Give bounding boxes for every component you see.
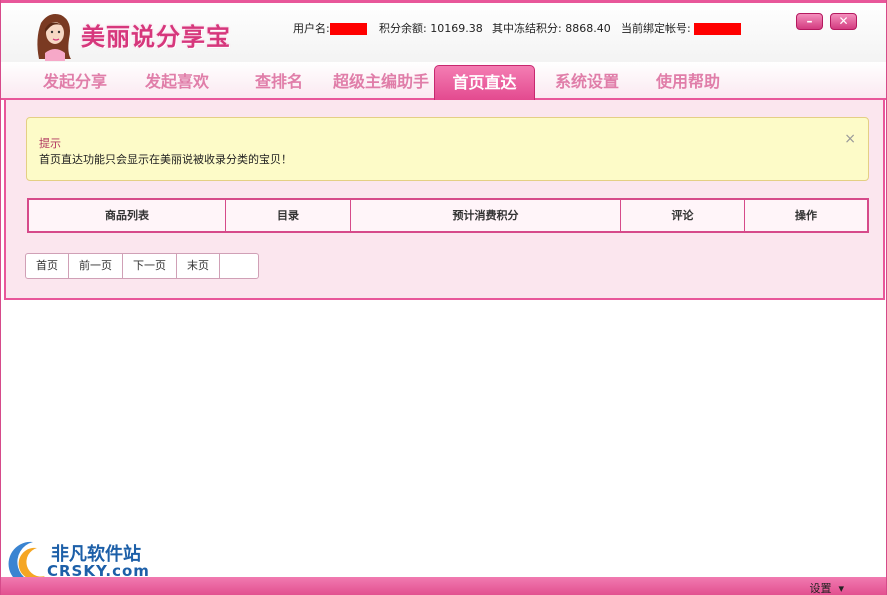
bound-account: 当前绑定帐号: bbox=[621, 20, 742, 36]
username-label: 用户名: bbox=[293, 22, 330, 35]
notice-close-icon[interactable]: × bbox=[844, 131, 856, 147]
column-header-category[interactable]: 目录 bbox=[226, 200, 351, 231]
notice-text: 首页直达功能只会显示在美丽说被收录分类的宝贝！ bbox=[39, 153, 292, 166]
frozen-points-label: 其中冻结积分: bbox=[492, 22, 562, 35]
points-balance-label: 积分余额: bbox=[379, 22, 427, 35]
girl-avatar-icon bbox=[37, 14, 71, 61]
frozen-points-value: 8868.40 bbox=[565, 22, 611, 35]
bound-account-label: 当前绑定帐号: bbox=[621, 22, 691, 35]
minimize-icon: – bbox=[806, 14, 813, 28]
tab-help[interactable]: 使用帮助 bbox=[644, 65, 732, 98]
username-display: 用户名: bbox=[293, 20, 367, 36]
bound-account-redacted bbox=[694, 23, 742, 35]
notice-box: 提示 首页直达功能只会显示在美丽说被收录分类的宝贝！ × bbox=[26, 117, 869, 181]
username-redacted bbox=[329, 23, 367, 35]
tab-check-ranking[interactable]: 查排名 bbox=[241, 65, 317, 98]
next-page-button[interactable]: 下一页 bbox=[123, 254, 177, 278]
column-header-comments[interactable]: 评论 bbox=[621, 200, 745, 231]
tab-super-editor-assistant[interactable]: 超级主编助手 bbox=[329, 65, 433, 98]
settings-label: 设置 bbox=[809, 582, 832, 595]
main-tab-bar: 发起分享 发起喜欢 查排名 超级主编助手 首页直达 系统设置 使用帮助 bbox=[1, 62, 886, 100]
points-balance: 积分余额: 10169.38 bbox=[379, 20, 483, 36]
close-button[interactable]: ✕ bbox=[830, 13, 857, 30]
tab-content-panel: 提示 首页直达功能只会显示在美丽说被收录分类的宝贝！ × 商品列表 目录 预计消… bbox=[4, 100, 885, 300]
minimize-button[interactable]: – bbox=[796, 13, 823, 30]
first-page-button[interactable]: 首页 bbox=[26, 254, 69, 278]
product-table-header: 商品列表 目录 预计消费积分 评论 操作 bbox=[27, 198, 869, 233]
column-header-actions[interactable]: 操作 bbox=[745, 200, 867, 231]
app-window: 美丽说分享宝 用户名: 积分余额: 10169.38 其中冻结积分: 8868.… bbox=[0, 0, 887, 595]
frozen-points: 其中冻结积分: 8868.40 bbox=[492, 20, 611, 36]
tab-start-share[interactable]: 发起分享 bbox=[31, 65, 119, 98]
close-icon: ✕ bbox=[838, 14, 849, 28]
pager-spacer bbox=[220, 254, 258, 278]
prev-page-button[interactable]: 前一页 bbox=[69, 254, 123, 278]
tab-homepage-direct[interactable]: 首页直达 bbox=[434, 65, 535, 100]
pagination: 首页 前一页 下一页 末页 bbox=[25, 253, 259, 279]
tab-system-settings[interactable]: 系统设置 bbox=[543, 65, 631, 98]
settings-dropdown[interactable]: 设置 ▾ bbox=[809, 580, 844, 595]
column-header-estimated-points[interactable]: 预计消费积分 bbox=[351, 200, 621, 231]
column-header-product-list[interactable]: 商品列表 bbox=[29, 200, 226, 231]
chevron-down-icon: ▾ bbox=[834, 582, 844, 595]
tab-start-like[interactable]: 发起喜欢 bbox=[133, 65, 221, 98]
app-logo-title: 美丽说分享宝 bbox=[81, 23, 231, 51]
last-page-button[interactable]: 末页 bbox=[177, 254, 220, 278]
notice-title: 提示 bbox=[39, 137, 61, 150]
status-bar: 设置 ▾ bbox=[1, 577, 886, 595]
points-balance-value: 10169.38 bbox=[430, 22, 483, 35]
header: 美丽说分享宝 用户名: 积分余额: 10169.38 其中冻结积分: 8868.… bbox=[1, 0, 886, 62]
